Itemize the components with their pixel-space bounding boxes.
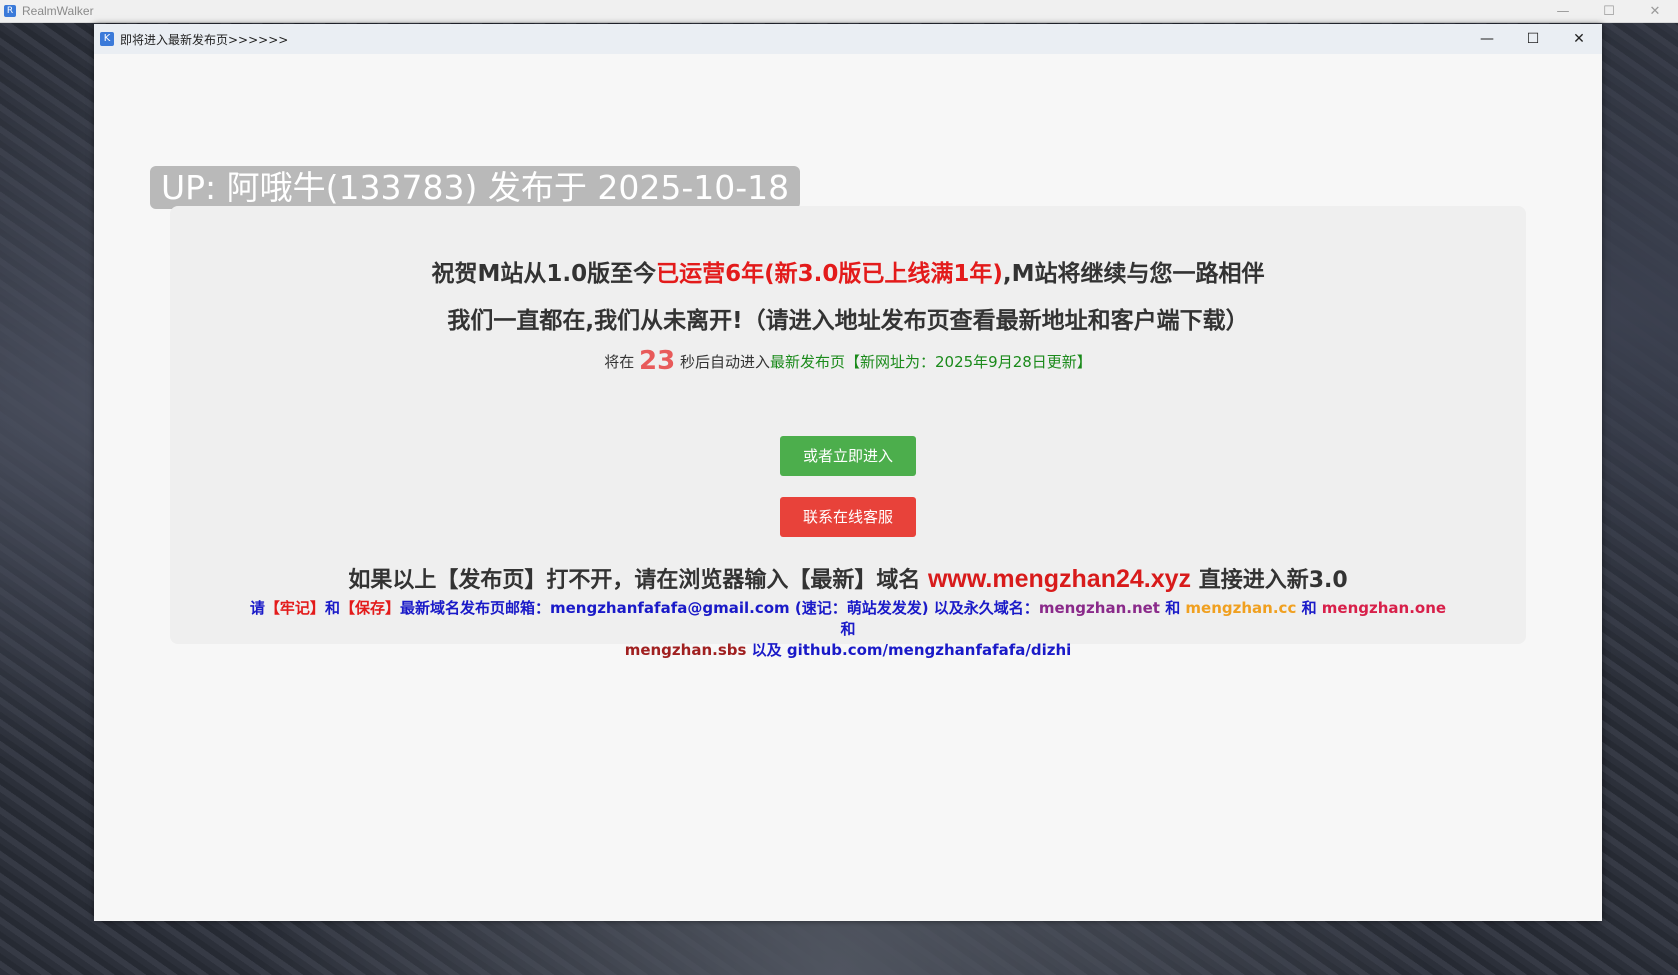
countdown-suffix: 秒后自动进入 — [679, 353, 770, 371]
contact-support-button[interactable]: 联系在线客服 — [780, 497, 916, 537]
window-title: 即将进入最新发布页>>>>>> — [120, 32, 289, 47]
remember-save: 【保存】 — [339, 599, 400, 617]
fallback-suffix: 直接进入新3.0 — [1191, 568, 1348, 593]
countdown-value: 23 — [639, 346, 676, 376]
outer-minimize-button[interactable]: — — [1540, 0, 1586, 22]
fallback-domain[interactable]: www.mengzhan24.xyz — [928, 565, 1191, 593]
countdown-line: 将在 23 秒后自动进入最新发布页【新网址为：2025年9月28日更新】 — [170, 346, 1526, 376]
domain-net[interactable]: mengzhan.net — [1039, 599, 1160, 617]
fallback-prefix: 如果以上【发布页】打不开，请在浏览器输入【最新】域名 — [348, 568, 928, 593]
domain-one[interactable]: mengzhan.one — [1322, 599, 1446, 617]
remember-keep: 【牢记】 — [264, 599, 325, 617]
outer-close-button[interactable]: ✕ — [1632, 0, 1678, 22]
congrats-text-a: 祝贺M站从1.0版至今 — [431, 261, 657, 287]
domain-cc[interactable]: mengzhan.cc — [1185, 599, 1296, 617]
congrats-line: 祝贺M站从1.0版至今已运营6年(新3.0版已上线满1年),M站将继续与您一路相… — [170, 254, 1526, 288]
congrats-text-c: ,M站将继续与您一路相伴 — [1002, 261, 1265, 287]
uploader-badge: UP: 阿哦牛(133783) 发布于 2025-10-18 — [150, 166, 801, 209]
fallback-domain-line: 如果以上【发布页】打不开，请在浏览器输入【最新】域名 www.mengzhan2… — [170, 562, 1526, 594]
release-page-link[interactable]: 最新发布页【新网址为：2025年9月28日更新】 — [770, 353, 1092, 371]
outer-app-title: RealmWalker — [22, 4, 94, 18]
window-titlebar: K 即将进入最新发布页>>>>>> — ☐ ✕ — [94, 24, 1602, 54]
outer-maximize-button[interactable]: ☐ — [1586, 0, 1632, 22]
outer-titlebar: R RealmWalker — ☐ ✕ — [0, 0, 1678, 23]
redirect-window: K 即将进入最新发布页>>>>>> — ☐ ✕ UP: 阿哦牛(133783) … — [94, 24, 1602, 921]
close-button[interactable]: ✕ — [1556, 24, 1602, 54]
maximize-button[interactable]: ☐ — [1510, 24, 1556, 54]
remember-and: 和 — [324, 599, 340, 617]
remember-email-text: 最新域名发布页邮箱：mengzhanfafafa@gmail.com (速记：萌… — [399, 599, 1039, 617]
congrats-highlight: 已运营6年(新3.0版已上线满1年) — [656, 261, 1003, 287]
remember-domains-text: 请【牢记】和【保存】最新域名发布页邮箱：mengzhanfafafa@gmail… — [240, 598, 1456, 661]
and-3: 和 — [840, 620, 856, 638]
countdown-prefix: 将在 — [604, 353, 635, 371]
window-icon: K — [100, 32, 114, 46]
outer-window-controls: — ☐ ✕ — [1540, 0, 1678, 22]
minimize-button[interactable]: — — [1464, 24, 1510, 54]
domain-sbs[interactable]: mengzhan.sbs — [625, 641, 747, 659]
and-2: 和 — [1296, 599, 1322, 617]
message-card: 祝贺M站从1.0版至今已运营6年(新3.0版已上线满1年),M站将继续与您一路相… — [170, 206, 1526, 659]
github-text: 以及 github.com/mengzhanfafafa/dizhi — [746, 641, 1072, 659]
always-here-line: 我们一直都在,我们从未离开!（请进入地址发布页查看最新地址和客户端下载） — [447, 308, 1249, 334]
window-controls: — ☐ ✕ — [1464, 24, 1602, 54]
and-1: 和 — [1159, 599, 1186, 617]
enter-now-button[interactable]: 或者立即进入 — [780, 436, 916, 476]
app-icon: R — [4, 5, 16, 17]
remember-p1: 请 — [249, 599, 265, 617]
